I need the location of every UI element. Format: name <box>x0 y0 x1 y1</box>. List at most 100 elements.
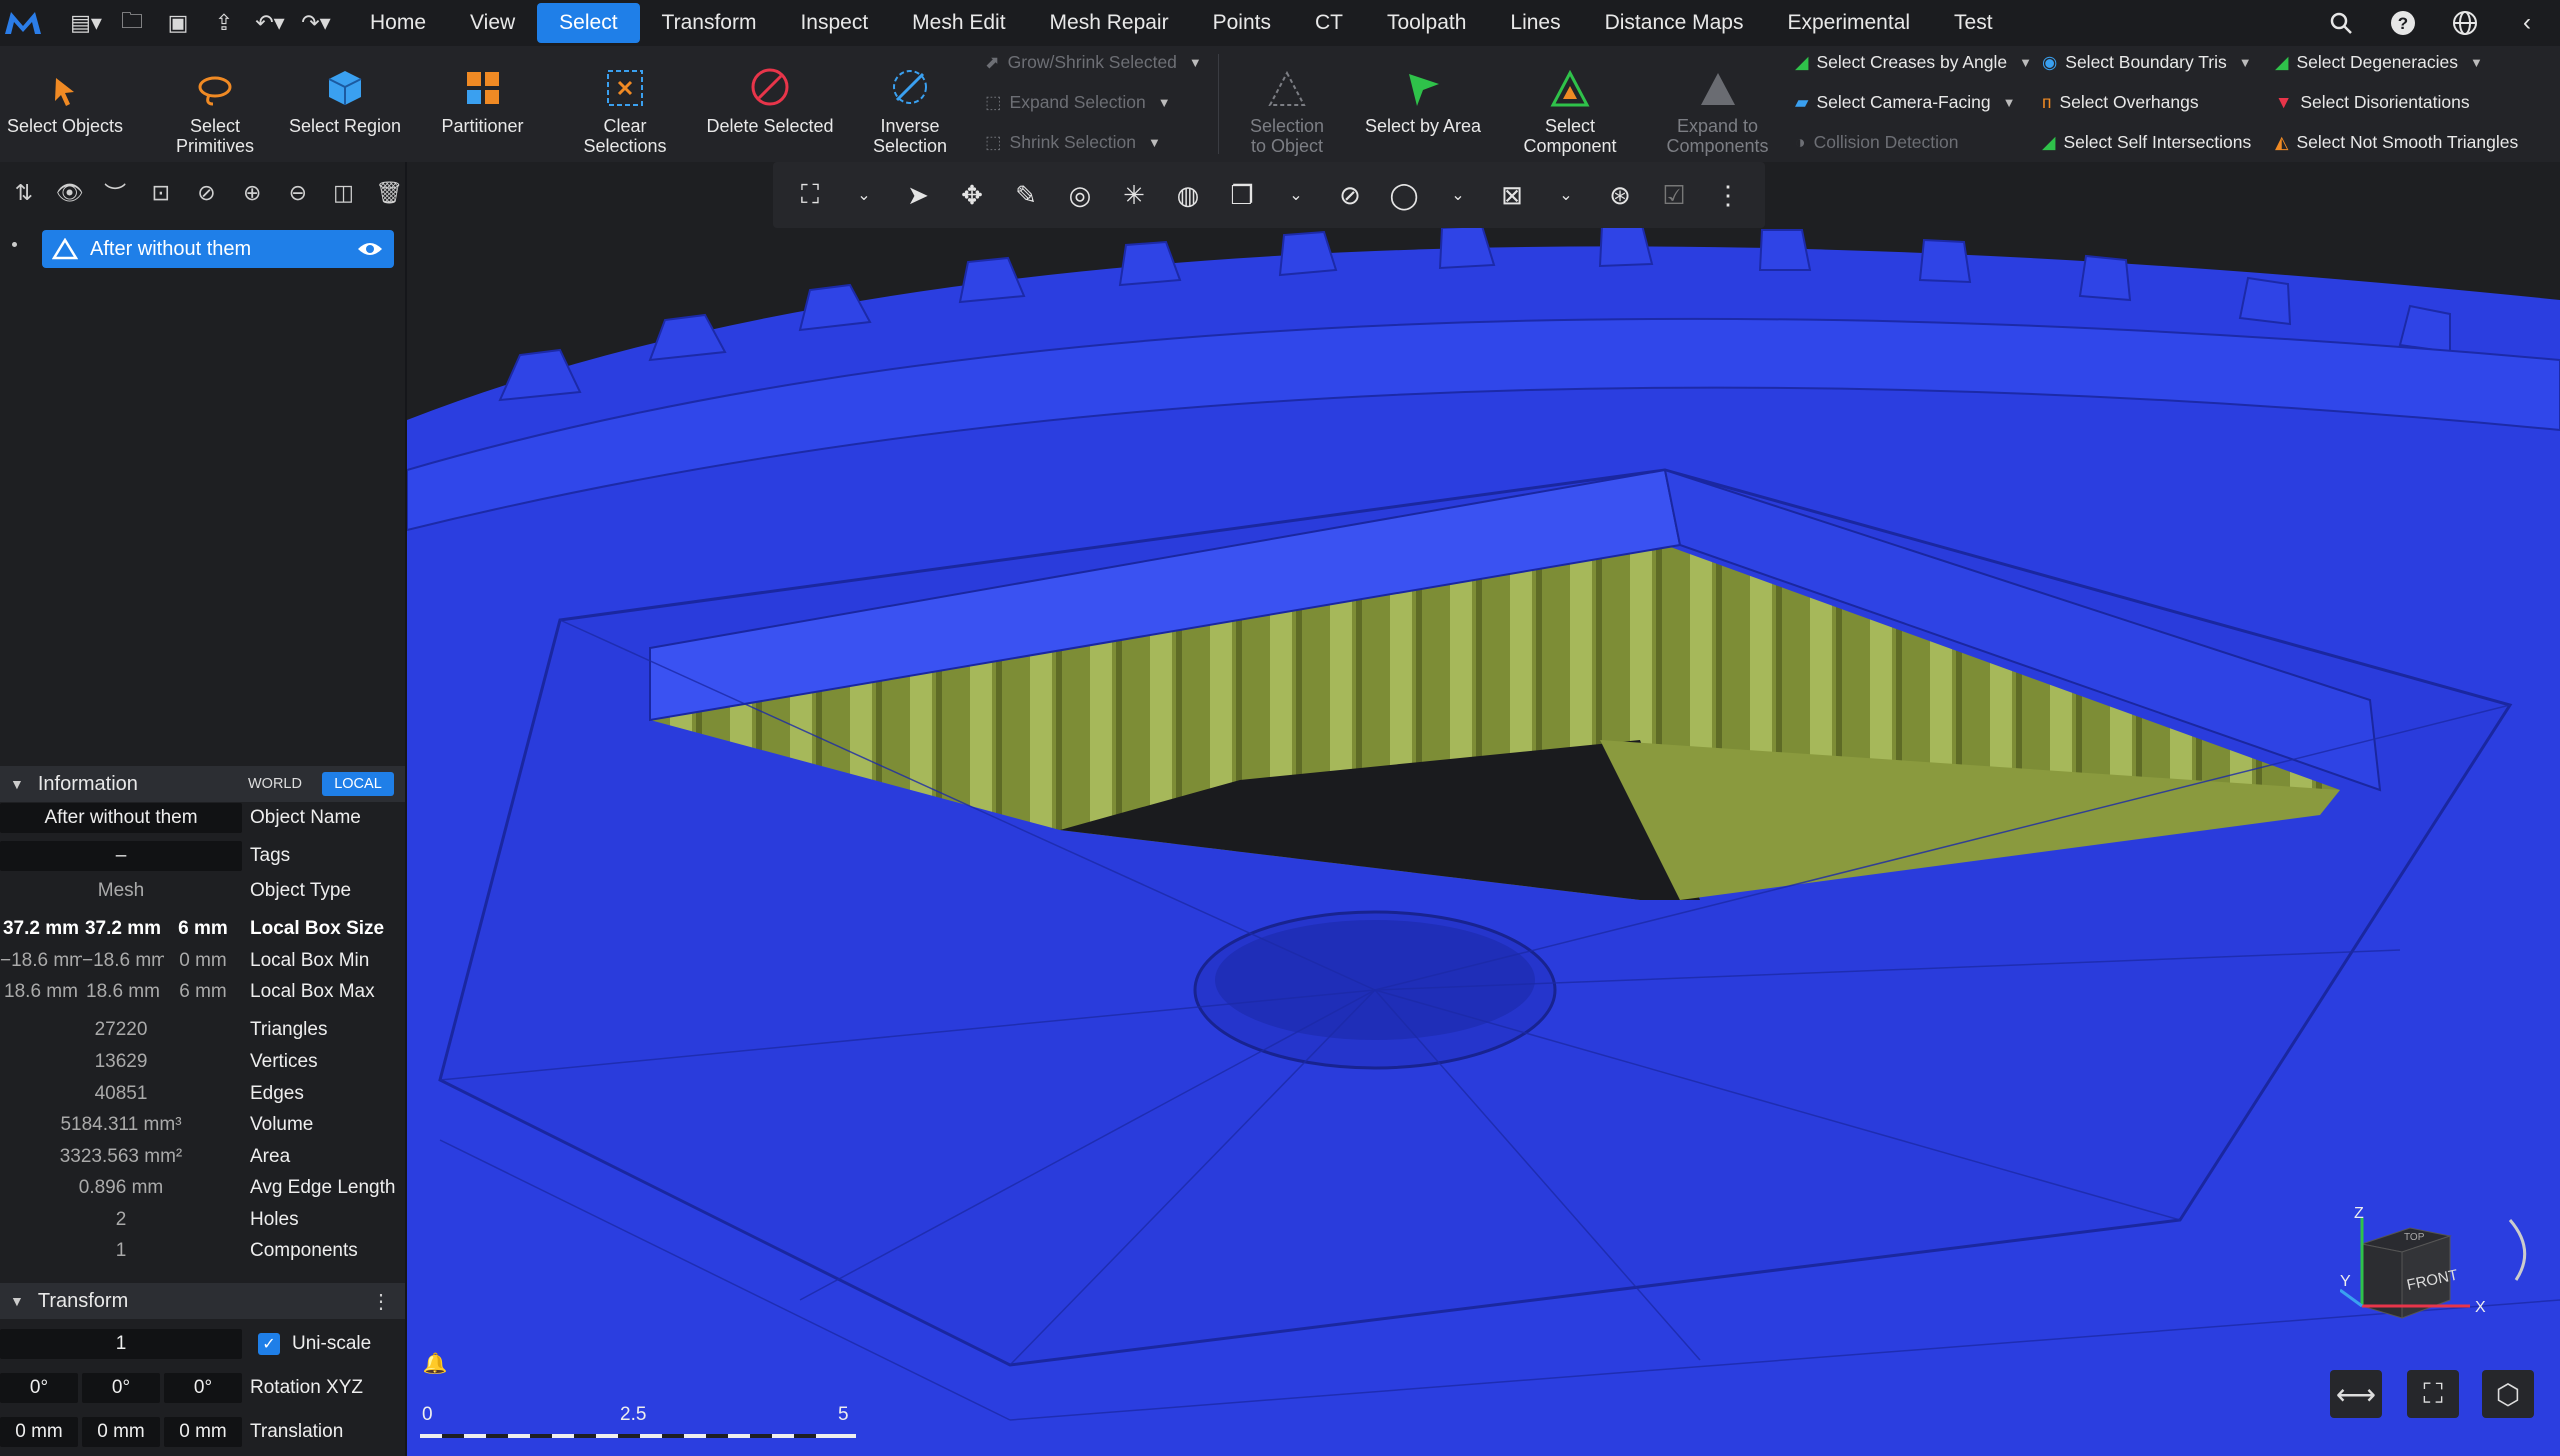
select-boundary-tris-button[interactable]: ◉ Select Boundary Tris ▼ <box>2042 52 2252 73</box>
tab-distance-maps[interactable]: Distance Maps <box>1583 3 1766 43</box>
tab-home[interactable]: Home <box>348 3 448 43</box>
select-not-smooth-button[interactable]: ◭ Select Not Smooth Triangles <box>2275 132 2518 153</box>
collapse-ribbon-icon[interactable]: ‹ <box>2504 0 2550 46</box>
trash-icon[interactable]: 🗑 <box>369 173 409 213</box>
inverse-selection-button[interactable]: Inverse Selection <box>860 46 960 162</box>
new-file-icon[interactable]: ▤▾ <box>66 3 106 43</box>
hide-all-icon[interactable]: ︶ <box>95 173 135 213</box>
information-header[interactable]: ▼ Information WORLD LOCAL <box>0 766 405 802</box>
scene-item[interactable]: After without them <box>42 230 394 268</box>
sort-icon[interactable]: ⇅ <box>4 173 44 213</box>
select-degeneracies-button[interactable]: ◢ Select Degeneracies ▼ <box>2275 52 2483 73</box>
expand-to-components-button[interactable]: Expand to Components <box>1660 46 1775 162</box>
partitioner-button[interactable]: Partitioner <box>420 46 545 162</box>
translation-x-input[interactable]: 0 mm <box>0 1417 78 1447</box>
select-camera-facing-button[interactable]: ▰ Select Camera-Facing ▼ <box>1795 92 2015 113</box>
move-icon[interactable]: ✥ <box>952 175 992 215</box>
tags-field[interactable]: – <box>0 841 242 871</box>
checkbox-icon[interactable]: ☑ <box>1654 175 1694 215</box>
shrink-selection-button[interactable]: ⬚ Shrink Selection ▼ <box>985 132 1161 153</box>
scale-input[interactable]: 1 <box>0 1329 242 1359</box>
select-objects-button[interactable]: Select Objects <box>0 46 130 162</box>
open-folder-icon[interactable]: 🗀 <box>112 3 152 43</box>
tab-mesh-repair[interactable]: Mesh Repair <box>1028 3 1191 43</box>
3d-viewport[interactable] <box>407 162 2560 1456</box>
fit-screen-icon[interactable]: ⛶ <box>2407 1370 2459 1418</box>
select-disorientations-button[interactable]: ▼ Select Disorientations <box>2275 92 2470 113</box>
chevron-down-icon[interactable]: ⌄ <box>1546 175 1586 215</box>
view-cube[interactable]: TOP FRONT Z X Y <box>2339 1200 2540 1340</box>
show-all-icon[interactable]: 👁 <box>50 173 90 213</box>
tab-lines[interactable]: Lines <box>1488 3 1582 43</box>
lasso-icon[interactable]: ◯ <box>1384 175 1424 215</box>
more-options-icon[interactable]: ⋮ <box>1708 175 1748 215</box>
translation-y-input[interactable]: 0 mm <box>82 1417 160 1447</box>
rotation-x-input[interactable]: 0° <box>0 1373 78 1403</box>
group-icon[interactable]: ◫ <box>324 173 364 213</box>
rotate-arrow-icon[interactable] <box>2508 1219 2527 1281</box>
select-component-button[interactable]: Select Component <box>1505 46 1635 162</box>
tab-experimental[interactable]: Experimental <box>1765 3 1932 43</box>
fit-view-icon[interactable]: ⛶ <box>790 175 830 215</box>
select-self-intersections-button[interactable]: ◢ Select Self Intersections <box>2042 132 2251 153</box>
shading-icon[interactable]: ◍ <box>1168 175 1208 215</box>
tab-points[interactable]: Points <box>1191 3 1293 43</box>
select-creases-button[interactable]: ◢ Select Creases by Angle ▼ <box>1795 52 2032 73</box>
select-by-area-button[interactable]: Select by Area <box>1358 46 1488 162</box>
more-options-icon[interactable]: ⋮ <box>371 1289 391 1314</box>
expand-selection-button[interactable]: ⬚ Expand Selection ▼ <box>985 92 1171 113</box>
render-mode-icon[interactable]: ◎ <box>1060 175 1100 215</box>
uniscale-checkbox[interactable]: ✓ <box>258 1333 280 1355</box>
select-primitives-button[interactable]: Select Primitives <box>150 46 280 162</box>
redo-icon[interactable]: ↷▾ <box>296 3 336 43</box>
transform-header[interactable]: ▼ Transform ⋮ <box>0 1283 405 1319</box>
app-logo-icon[interactable] <box>0 0 46 46</box>
chevron-down-icon[interactable]: ⌄ <box>1276 175 1316 215</box>
view-mode-icon[interactable]: ⬡ <box>2482 1370 2534 1418</box>
chevron-down-icon[interactable]: ⌄ <box>844 175 884 215</box>
globe-icon[interactable] <box>2442 0 2488 46</box>
move-down-icon[interactable]: ⊖ <box>278 173 318 213</box>
deselect-box-icon[interactable]: ⊠ <box>1492 175 1532 215</box>
hide-icon[interactable]: ⊘ <box>1330 175 1370 215</box>
visibility-eye-icon[interactable] <box>356 240 384 258</box>
tab-transform[interactable]: Transform <box>640 3 779 43</box>
search-icon[interactable] <box>2318 0 2364 46</box>
clear-selections-button[interactable]: Clear Selections <box>570 46 680 162</box>
tab-mesh-edit[interactable]: Mesh Edit <box>890 3 1027 43</box>
world-toggle[interactable]: WORLD <box>240 772 310 796</box>
undo-icon[interactable]: ↶▾ <box>250 3 290 43</box>
clipping-icon[interactable]: ❐ <box>1222 175 1262 215</box>
move-up-icon[interactable]: ⊕ <box>232 173 272 213</box>
select-all-icon[interactable]: ⊡ <box>141 173 181 213</box>
tab-test[interactable]: Test <box>1932 3 2015 43</box>
local-toggle[interactable]: LOCAL <box>322 772 394 796</box>
collision-detection-button[interactable]: ◑ Collision Detection <box>1795 132 1959 153</box>
save-icon[interactable]: ▣ <box>158 3 198 43</box>
object-name-field[interactable]: After without them <box>0 803 242 833</box>
selection-to-object-button[interactable]: Selection to Object <box>1232 46 1342 162</box>
tab-inspect[interactable]: Inspect <box>778 3 890 43</box>
rotation-z-input[interactable]: 0° <box>164 1373 242 1403</box>
measure-icon[interactable]: ⟷ <box>2330 1370 2382 1418</box>
tab-toolpath[interactable]: Toolpath <box>1365 3 1488 43</box>
tab-ct[interactable]: CT <box>1293 3 1365 43</box>
select-overhangs-button[interactable]: ᴨ Select Overhangs <box>2042 92 2199 113</box>
grow-shrink-button[interactable]: ⬈ Grow/Shrink Selected ▼ <box>985 52 1202 73</box>
gizmo-icon[interactable]: ✳ <box>1114 175 1154 215</box>
translation-z-input[interactable]: 0 mm <box>164 1417 242 1447</box>
select-arrow-icon[interactable]: ➤ <box>898 175 938 215</box>
tab-view[interactable]: View <box>448 3 537 43</box>
edit-object-icon[interactable]: ✎ <box>1006 175 1046 215</box>
vertices-row: 13629 Vertices <box>94 1051 318 1072</box>
delete-selected-button[interactable]: Delete Selected <box>700 46 840 162</box>
rotation-y-input[interactable]: 0° <box>82 1373 160 1403</box>
chevron-down-icon[interactable]: ⌄ <box>1438 175 1478 215</box>
notification-bell-icon[interactable]: 🔔 <box>422 1350 448 1376</box>
help-icon[interactable]: ? <box>2380 0 2426 46</box>
tab-select[interactable]: Select <box>537 3 640 43</box>
no-backface-icon[interactable]: ⊛ <box>1600 175 1640 215</box>
export-icon[interactable]: ⇪ <box>204 3 244 43</box>
select-region-button[interactable]: Select Region <box>285 46 405 162</box>
deselect-all-icon[interactable]: ⊘ <box>187 173 227 213</box>
